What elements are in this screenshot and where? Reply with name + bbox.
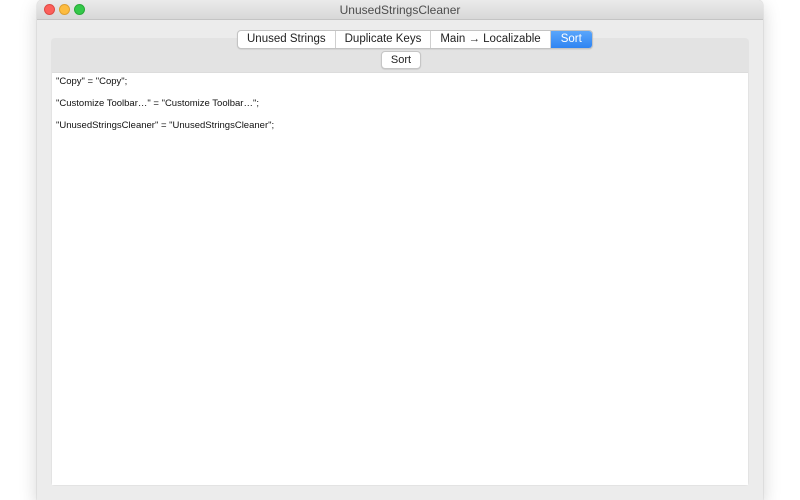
sort-button[interactable]: Sort bbox=[381, 51, 421, 69]
tab-unused-strings[interactable]: Unused Strings bbox=[238, 31, 336, 48]
strings-text-area[interactable]: "Copy" = "Copy"; "Customize Toolbar…" = … bbox=[52, 72, 748, 485]
text-line: "Customize Toolbar…" = "Customize Toolba… bbox=[56, 98, 259, 109]
tab-main-to-localizable[interactable]: Main → Localizable bbox=[431, 31, 551, 48]
tab-segmented-control: Unused Strings Duplicate Keys Main → Loc… bbox=[237, 30, 593, 49]
text-line: "Copy" = "Copy"; bbox=[56, 76, 128, 87]
window-title: UnusedStringsCleaner bbox=[339, 3, 461, 17]
title-bar[interactable]: UnusedStringsCleaner bbox=[37, 0, 763, 20]
tab-sort[interactable]: Sort bbox=[550, 31, 592, 48]
tab-duplicate-keys[interactable]: Duplicate Keys bbox=[336, 31, 432, 48]
text-line: "UnusedStringsCleaner" = "UnusedStringsC… bbox=[56, 120, 275, 131]
